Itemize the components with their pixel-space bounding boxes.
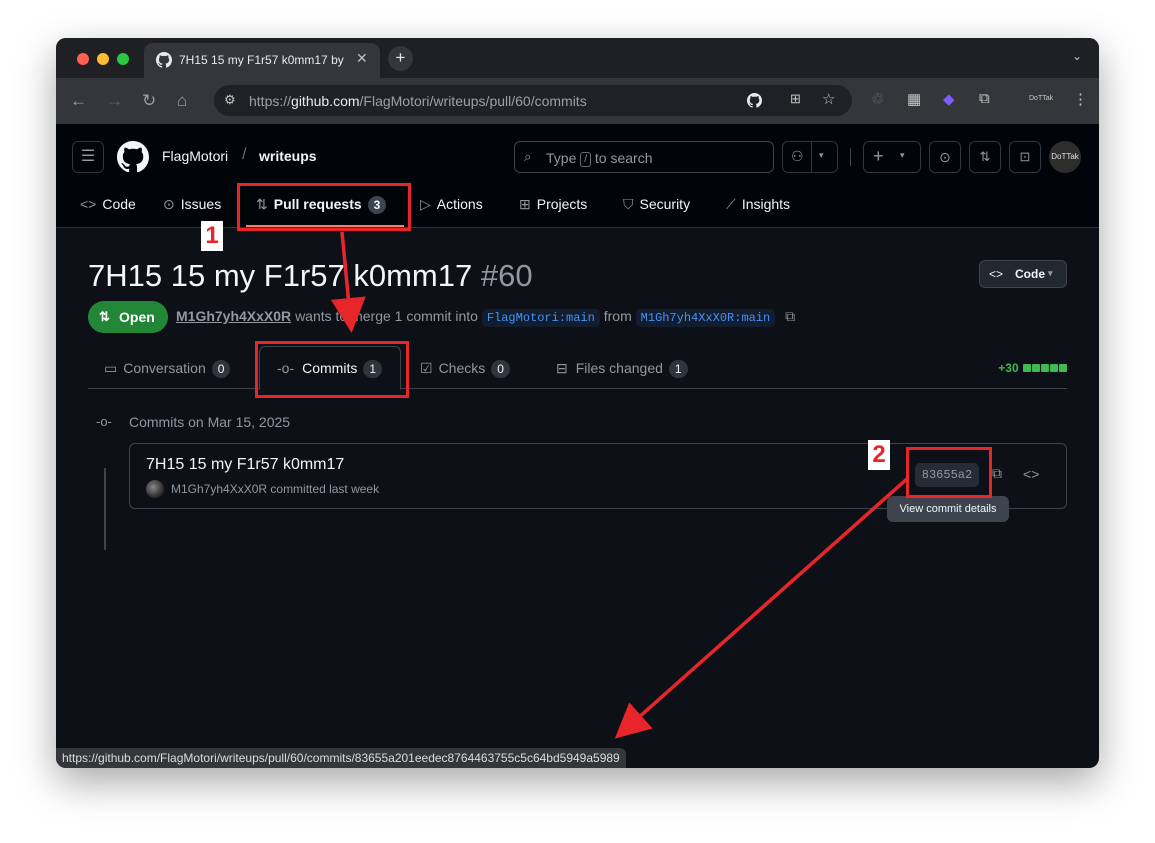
pr-meta: M1Gh7yh4XxX0R wants to merge 1 commit in… [176, 308, 796, 327]
minimize-window-button[interactable] [97, 53, 109, 65]
highlight-commits-tab [255, 341, 409, 398]
repo-nav-projects[interactable]: ⊞ Projects [519, 196, 587, 213]
graph-icon: ⟋ [726, 196, 736, 212]
inbox-icon[interactable]: ⊡ [1009, 141, 1041, 173]
copilot-icon: ⚇ [791, 148, 804, 164]
plus-icon: + [873, 146, 884, 166]
highlight-pull-requests [237, 183, 411, 231]
repo-nav-actions[interactable]: ▷ Actions [420, 196, 483, 213]
pr-tabs: ▭ Conversation 0 -o- Commits 1 ☑ Checks 0 ⊟ Fil… [88, 346, 1067, 390]
page-title: 7H15 15 my F1r57 k0mm17 #60 [88, 258, 533, 293]
timeline-line [104, 468, 106, 550]
code-icon: <> [80, 196, 97, 212]
new-tab-button[interactable]: + [388, 46, 413, 71]
comment-icon: ▭ [104, 360, 118, 376]
step-marker-1: 1 [201, 221, 223, 251]
home-icon[interactable]: ⌂ [177, 91, 187, 111]
qr-code-icon[interactable]: ▦ [907, 90, 921, 108]
hamburger-menu-icon[interactable]: ☰ [72, 141, 104, 173]
repo-separator: / [242, 146, 247, 163]
create-new-button[interactable]: + ▾ [863, 141, 921, 173]
tab-strip: 7H15 15 my F1r57 k0mm17 by ✕ + ⌄ [56, 38, 1099, 78]
translate-icon[interactable]: ⊞ [790, 91, 801, 107]
search-icon: ⌕ [524, 149, 532, 164]
step-marker-2: 2 [868, 440, 890, 470]
repo-nav-code[interactable]: <> Code [80, 196, 136, 212]
tab-files-changed[interactable]: ⊟ Files changed 1 [556, 360, 688, 378]
table-icon: ⊞ [519, 196, 531, 212]
commit-meta: M1Gh7yh4XxX0R committed last week [171, 482, 380, 496]
pr-number: #60 [480, 258, 533, 293]
tab-conversation[interactable]: ▭ Conversation 0 [104, 360, 231, 378]
status-badge: ⇅ Open [88, 301, 168, 333]
chevron-down-icon: ▾ [819, 150, 824, 160]
reload-icon[interactable]: ↻ [142, 91, 156, 111]
chevron-down-icon: ▾ [1048, 268, 1053, 278]
search-placeholder: Type / to search [546, 150, 653, 167]
avatar[interactable] [146, 480, 164, 498]
tab-title: 7H15 15 my F1r57 k0mm17 by [179, 53, 344, 67]
close-window-button[interactable] [77, 53, 89, 65]
commit-group-label: Commits on Mar 15, 2025 [129, 414, 291, 430]
profile-extension-label[interactable]: DoTTak [1029, 95, 1053, 102]
shield-icon: ⛉ [623, 196, 634, 212]
user-avatar[interactable]: DoTTak [1049, 141, 1081, 173]
pull-request-icon: ⇅ [99, 309, 110, 324]
repo-owner-link[interactable]: FlagMotori [162, 148, 228, 164]
browser-tab[interactable]: 7H15 15 my F1r57 k0mm17 by ✕ [144, 43, 380, 78]
extensions-puzzle-icon[interactable]: ⧉ [979, 90, 990, 107]
issue-icon: ⊙ [163, 196, 175, 212]
site-settings-icon[interactable]: ⚙ [224, 92, 236, 108]
checklist-icon: ☑ [420, 360, 433, 376]
pull-requests-icon[interactable]: ⇅ [969, 141, 1001, 173]
code-dropdown-button[interactable]: <> Code ▾ [979, 260, 1067, 288]
file-diff-icon: ⊟ [556, 360, 568, 376]
zoom-window-button[interactable] [117, 53, 129, 65]
highlight-commit-sha [906, 447, 992, 498]
repo-nav-issues[interactable]: ⊙ Issues [163, 196, 221, 213]
issues-icon[interactable]: ⊙ [929, 141, 961, 173]
commit-author-link[interactable]: M1Gh7yh4XxX0R [171, 482, 267, 496]
chevron-down-icon: ▾ [900, 150, 905, 160]
author-link[interactable]: M1Gh7yh4XxX0R [176, 308, 291, 324]
copy-icon[interactable]: ⧉ [785, 308, 795, 324]
commit-title-link[interactable]: 7H15 15 my F1r57 k0mm17 [146, 456, 344, 474]
play-icon: ▷ [420, 196, 431, 212]
copilot-button[interactable]: ⚇ ▾ [782, 141, 838, 173]
search-input[interactable]: ⌕ Type / to search [514, 141, 774, 173]
browser-menu-icon[interactable]: ⋮ [1073, 90, 1088, 108]
base-branch[interactable]: FlagMotori:main [481, 309, 600, 327]
address-bar[interactable]: ⚙ https://github.com/FlagMotori/writeups… [214, 85, 852, 116]
diffstat: +30 [998, 361, 1067, 375]
forward-arrow-icon[interactable]: → [106, 91, 123, 111]
copy-icon[interactable]: ⧉ [992, 465, 1002, 482]
github-header: ☰ FlagMotori / writeups ⌕ Type / to sear… [56, 124, 1099, 228]
github-favicon-icon [156, 52, 172, 68]
link-status-bar: https://github.com/FlagMotori/writeups/p… [56, 748, 626, 768]
head-branch[interactable]: M1Gh7yh4XxX0R:main [635, 309, 776, 327]
browse-code-icon[interactable]: <> [1023, 466, 1039, 482]
code-icon: <> [989, 267, 1004, 281]
tooltip: View commit details [887, 496, 1009, 522]
repo-name-link[interactable]: writeups [259, 148, 317, 164]
browser-toolbar: ← → ↻ ⌂ ⚙ https://github.com/FlagMotori/… [56, 78, 1099, 124]
browser-window: 7H15 15 my F1r57 k0mm17 by ✕ + ⌄ ← → ↻ ⌂… [56, 38, 1099, 768]
repo-nav-insights[interactable]: ⟋ Insights [726, 196, 790, 213]
recycle-extension-icon[interactable]: ♲ [871, 90, 884, 108]
back-arrow-icon[interactable]: ← [70, 91, 87, 111]
github-extension-icon[interactable] [747, 93, 762, 108]
github-logo-icon[interactable] [117, 141, 149, 173]
layers-extension-icon[interactable]: ◆ [943, 90, 955, 108]
tab-search-chevron-icon[interactable]: ⌄ [1072, 49, 1082, 63]
address-url: https://github.com/FlagMotori/writeups/p… [249, 93, 587, 109]
bookmark-star-icon[interactable]: ☆ [822, 90, 835, 108]
commit-group-icon: -o- [96, 414, 112, 429]
tab-checks[interactable]: ☑ Checks 0 [420, 360, 510, 378]
tab-close-icon[interactable]: ✕ [356, 50, 368, 67]
repo-nav-security[interactable]: ⛉ Security [623, 196, 690, 213]
